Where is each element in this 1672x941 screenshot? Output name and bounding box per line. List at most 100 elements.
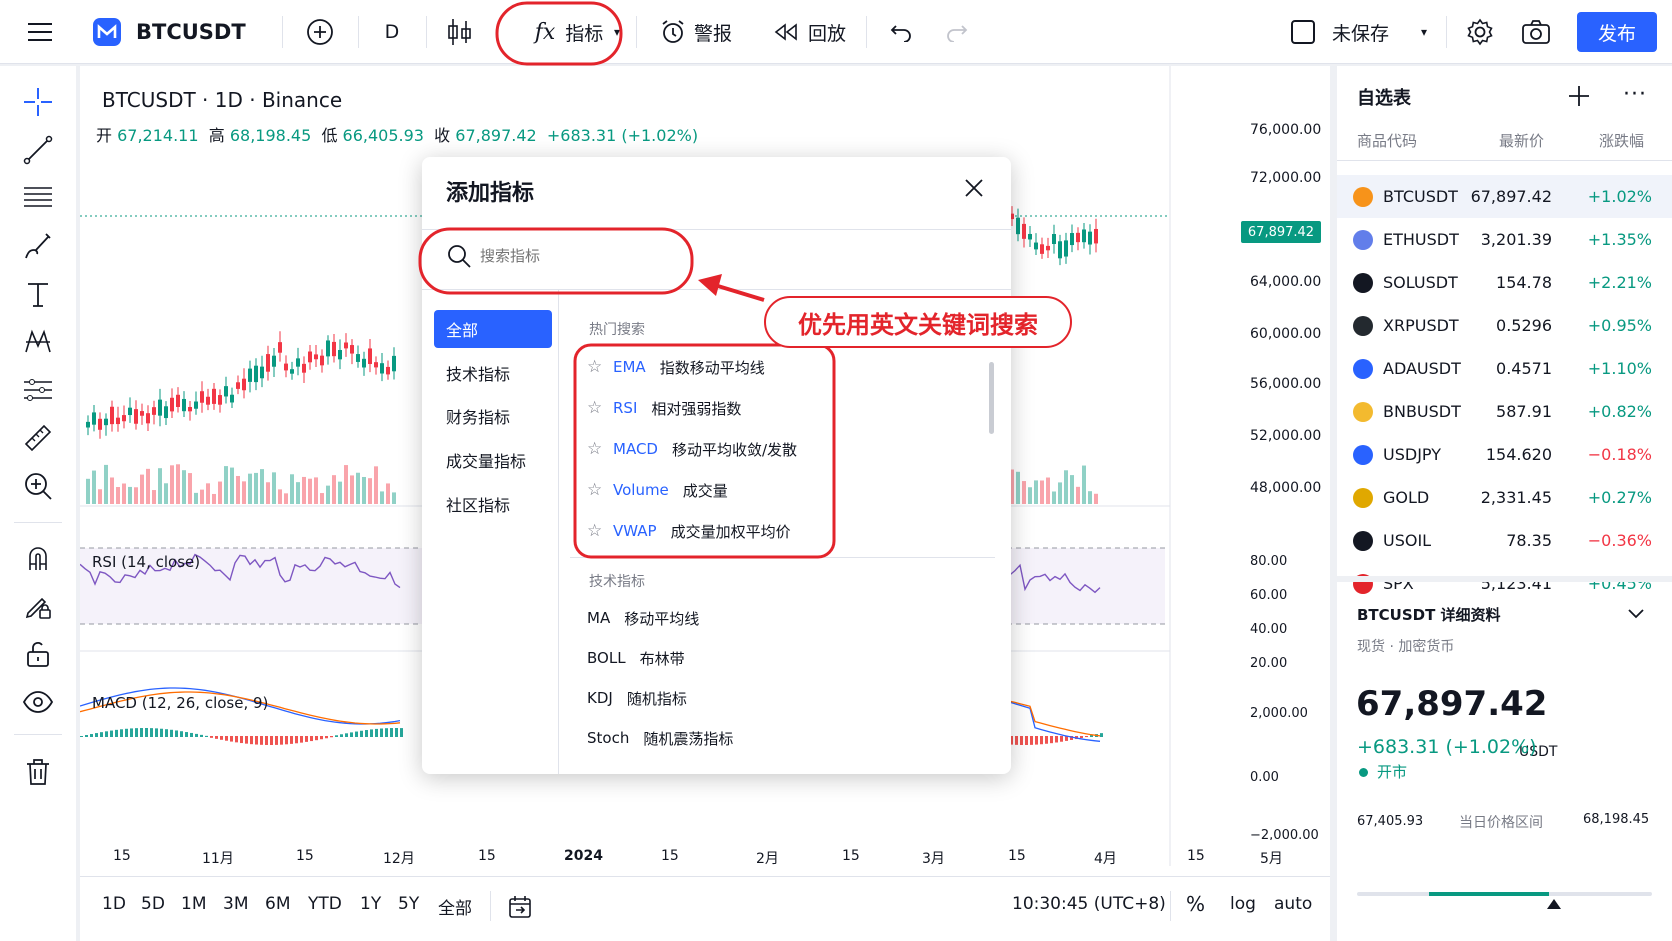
trend-line-icon[interactable]: [18, 130, 58, 170]
chevron-down-icon[interactable]: ▾: [608, 12, 626, 52]
percent-scale-button[interactable]: %: [1186, 892, 1205, 916]
layout-chevron-down-icon[interactable]: ▾: [1414, 12, 1434, 52]
range-6m-button[interactable]: 6M: [265, 894, 290, 914]
publish-button[interactable]: 发布: [1577, 12, 1657, 52]
indicator-item-ema[interactable]: ☆ EMA 指数移动平均线: [587, 352, 765, 382]
pattern-tool-icon[interactable]: [18, 322, 58, 362]
alert-button[interactable]: 警报: [656, 12, 736, 52]
macd-histogram-bar: [180, 731, 183, 737]
watchlist-row[interactable]: USDJPY 154.620 −0.18%: [1337, 433, 1672, 476]
favorite-star-icon[interactable]: ☆: [587, 480, 605, 500]
time-axis-label: 15: [1008, 848, 1026, 864]
text-tool-icon[interactable]: [18, 274, 58, 314]
unlock-icon[interactable]: [18, 634, 58, 674]
range-3m-button[interactable]: 3M: [223, 894, 248, 914]
price-axis-label: 76,000.00: [1250, 122, 1322, 138]
watchlist-row[interactable]: BTCUSDT 67,897.42 +1.02%: [1337, 175, 1672, 218]
watchlist-row[interactable]: SOLUSDT 154.78 +2.21%: [1337, 261, 1672, 304]
range-1y-button[interactable]: 1Y: [360, 894, 381, 914]
crosshair-icon[interactable]: [18, 82, 58, 122]
unsaved-label[interactable]: 未保存: [1332, 12, 1389, 52]
chart-type-candles-icon[interactable]: [440, 12, 480, 52]
col-change-header[interactable]: 涨跌幅: [1599, 130, 1644, 151]
watchlist-row[interactable]: SPX 5,123.41 +0.45%: [1337, 562, 1672, 605]
favorite-star-icon[interactable]: ☆: [587, 357, 605, 377]
indicator-item-vwap[interactable]: ☆ VWAP 成交量加权平均价: [587, 516, 791, 546]
lock-pencil-icon[interactable]: [18, 586, 58, 626]
symbol-search-button[interactable]: BTCUSDT: [136, 12, 246, 52]
watchlist-symbol: USDJPY: [1383, 445, 1441, 464]
undo-icon[interactable]: [884, 12, 920, 52]
collapse-chevron-icon[interactable]: [1625, 602, 1647, 628]
col-symbol-header[interactable]: 商品代码: [1357, 130, 1417, 151]
range-all-button[interactable]: 全部: [438, 894, 472, 919]
watchlist-symbol: ADAUSDT: [1383, 359, 1461, 378]
volume-bar: [308, 478, 312, 504]
indicator-item-boll[interactable]: BOLL 布林带: [587, 643, 685, 673]
range-5d-button[interactable]: 5D: [141, 894, 165, 914]
indicator-item-rsi[interactable]: ☆ RSI 相对强弱指数: [587, 393, 741, 423]
range-5y-button[interactable]: 5Y: [398, 894, 419, 914]
ruler-icon[interactable]: [18, 418, 58, 458]
macd-histogram-bar: [1055, 736, 1058, 743]
time-axis-label: 15: [113, 848, 131, 864]
camera-icon[interactable]: [1516, 12, 1556, 52]
compare-add-icon[interactable]: [300, 12, 340, 52]
save-checkbox[interactable]: [1288, 12, 1318, 52]
volume-bar: [170, 465, 174, 504]
category-technical[interactable]: 技术指标: [434, 354, 552, 392]
trash-icon[interactable]: [18, 752, 58, 792]
watchlist-row[interactable]: ETHUSDT 3,201.39 +1.35%: [1337, 218, 1672, 261]
indicator-item-macd[interactable]: ☆ MACD 移动平均收敛/发散: [587, 434, 797, 464]
volume-bar: [314, 477, 318, 504]
menu-icon[interactable]: [22, 12, 58, 52]
range-1m-button[interactable]: 1M: [181, 894, 206, 914]
log-scale-button[interactable]: log: [1230, 894, 1256, 914]
category-community[interactable]: 社区指标: [434, 485, 552, 523]
forecast-tool-icon[interactable]: [18, 370, 58, 410]
dialog-scrollbar[interactable]: [989, 362, 994, 434]
range-ytd-button[interactable]: YTD: [308, 894, 342, 914]
watchlist-row[interactable]: GOLD 2,331.45 +0.27%: [1337, 476, 1672, 519]
category-financial[interactable]: 财务指标: [434, 397, 552, 435]
clock-timezone-button[interactable]: 10:30:45 (UTC+8): [1012, 894, 1166, 914]
interval-button[interactable]: D: [372, 12, 412, 52]
fib-retracement-icon[interactable]: [18, 178, 58, 218]
auto-scale-button[interactable]: auto: [1274, 894, 1312, 914]
candle-body: [1064, 240, 1068, 257]
brush-icon[interactable]: [18, 226, 58, 266]
macd-histogram-bar: [370, 729, 373, 737]
watchlist-row[interactable]: BNBUSDT 587.91 +0.82%: [1337, 390, 1672, 433]
more-options-icon[interactable]: ···: [1623, 82, 1647, 107]
col-last-header[interactable]: 最新价: [1499, 130, 1544, 151]
favorite-star-icon[interactable]: ☆: [587, 439, 605, 459]
watchlist-row[interactable]: ADAUSDT 0.4571 +1.10%: [1337, 347, 1672, 390]
date-range-calendar-icon[interactable]: [507, 894, 533, 924]
category-volume[interactable]: 成交量指标: [434, 441, 552, 479]
add-symbol-plus-icon[interactable]: [1565, 82, 1593, 114]
indicator-item-ma[interactable]: MA 移动平均线: [587, 603, 699, 633]
eye-icon[interactable]: [18, 682, 58, 722]
favorite-star-icon[interactable]: ☆: [587, 398, 605, 418]
replay-button[interactable]: 回放: [770, 12, 850, 52]
close-icon[interactable]: [963, 177, 985, 203]
indicator-item-kdj[interactable]: KDJ 随机指标: [587, 683, 687, 713]
macd-histogram-bar: [120, 729, 123, 737]
candle-body: [134, 409, 138, 424]
indicator-search-input[interactable]: [480, 241, 660, 271]
category-all[interactable]: 全部: [434, 310, 552, 348]
watchlist-row[interactable]: USOIL 78.35 −0.36%: [1337, 519, 1672, 562]
watchlist-title[interactable]: 自选表: [1357, 84, 1411, 110]
favorite-star-icon[interactable]: ☆: [587, 521, 605, 541]
magnet-icon[interactable]: [18, 538, 58, 578]
indicator-item-stoch[interactable]: Stoch 随机震荡指标: [587, 723, 733, 753]
watchlist-row[interactable]: XRPUSDT 0.5296 +0.95%: [1337, 304, 1672, 347]
range-1d-button[interactable]: 1D: [102, 894, 126, 914]
macd-axis-label: −2,000.00: [1250, 828, 1319, 840]
redo-icon[interactable]: [938, 12, 974, 52]
indicator-item-volume[interactable]: ☆ Volume 成交量: [587, 475, 728, 505]
zoom-in-icon[interactable]: [18, 466, 58, 506]
settings-gear-icon[interactable]: [1460, 12, 1500, 52]
symbol-logo-icon: [1353, 444, 1373, 465]
range-low: 67,405.93: [1357, 814, 1424, 829]
